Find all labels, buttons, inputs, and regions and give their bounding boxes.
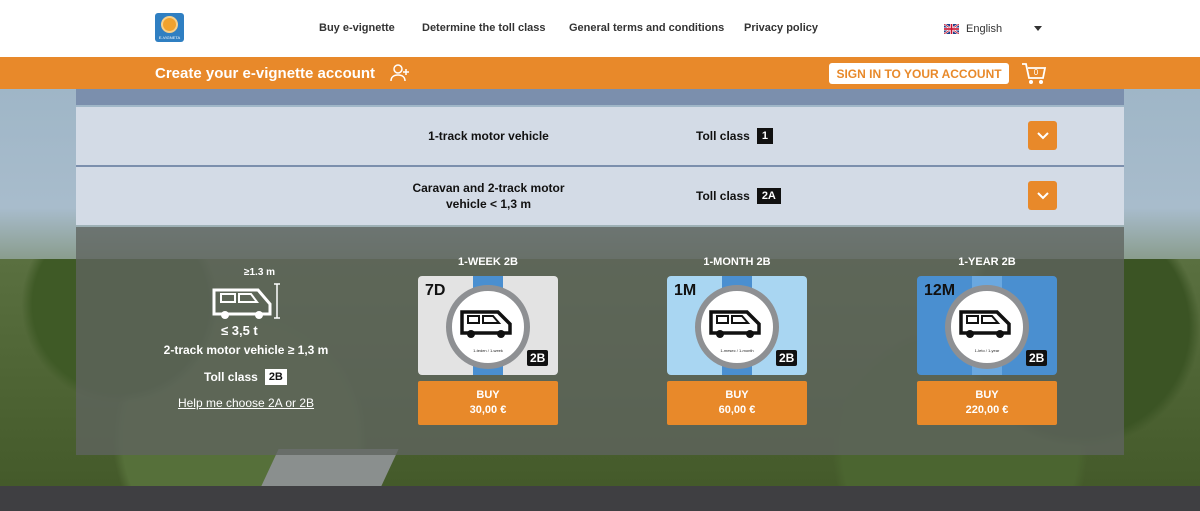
nav-privacy-policy[interactable]: Privacy policy [744, 22, 818, 34]
vignette-class: 2B [776, 350, 798, 366]
price-label: 30,00 € [469, 404, 507, 416]
chevron-down-icon[interactable] [1034, 26, 1042, 31]
buy-label: BUY [725, 389, 749, 401]
logo-emblem-icon [161, 16, 178, 33]
product-label: 1-WEEK 2B [458, 256, 518, 268]
vignette-subtitle: 1-mesec / 1-month [720, 348, 754, 353]
row-title: Caravan and 2-track motor vehicle < 1,3 … [412, 181, 565, 211]
add-user-icon[interactable] [390, 64, 410, 82]
language-selector[interactable]: English [944, 23, 1002, 35]
vignette-code: 7D [425, 282, 446, 299]
price-label: 220,00 € [965, 404, 1009, 416]
cart-count: 0 [1034, 68, 1039, 77]
product-label: 1-MONTH 2B [703, 256, 771, 268]
buy-week-button[interactable]: BUY 30,00 € [418, 381, 558, 425]
nav-determine-toll-class[interactable]: Determine the toll class [422, 22, 546, 34]
expand-button[interactable] [1028, 121, 1057, 150]
sign-in-button[interactable]: SIGN IN TO YOUR ACCOUNT [829, 63, 1009, 84]
vignette-subtitle: 1-leto / 1-year [974, 348, 1000, 353]
logo-text: E-VIGNETA [158, 35, 181, 40]
vehicle-description-text: 2-track motor vehicle ≥ 1,3 m [163, 343, 329, 357]
nav-general-terms[interactable]: General terms and conditions [569, 22, 724, 34]
help-choose-link[interactable]: Help me choose 2A or 2B [136, 396, 356, 410]
toll-class-badge: 1 [756, 128, 773, 144]
language-label: English [966, 23, 1003, 35]
toll-class-badge: 2B [264, 369, 287, 385]
evigneta-logo[interactable]: E-VIGNETA [155, 13, 184, 42]
van-icon [959, 310, 1011, 338]
toll-class-2b-expanded: ≥1.3 m ≤ 3,5 t 2-track motor vehicle ≥ 1… [76, 227, 1124, 455]
toll-class-panel: 1-track motor vehicle Toll class 1 Carav… [76, 89, 1124, 455]
create-account-link[interactable]: Create your e-vignette account [155, 65, 375, 82]
row-title: 1-track motor vehicle [428, 129, 549, 143]
van-icon [709, 310, 761, 338]
weight-label: ≤ 3,5 t [221, 323, 258, 338]
cart-icon[interactable]: 0 [1021, 62, 1047, 86]
van-icon [212, 283, 280, 319]
footer-bar [0, 486, 1200, 511]
vignette-class: 2B [527, 350, 549, 366]
top-navigation: E-VIGNETA Buy e-vignette Determine the t… [0, 0, 1200, 57]
toll-class-label: Toll class 1 [696, 128, 773, 144]
vignette-code: 12M [924, 282, 956, 299]
vignette-image[interactable]: 1-leto / 1-year 12M 2B [917, 276, 1057, 375]
vignette-image[interactable]: 1-teden / 1-week 7D 2B [418, 276, 558, 375]
vignette-code: 1M [674, 282, 697, 299]
price-label: 60,00 € [718, 404, 756, 416]
chevron-down-icon [1036, 131, 1049, 139]
buy-year-button[interactable]: BUY 220,00 € [917, 381, 1057, 425]
toll-class-text: Toll class [696, 189, 750, 203]
toll-class-text: Toll class [696, 129, 750, 143]
toll-class-badge: 2A [756, 188, 781, 204]
van-icon [460, 310, 512, 338]
buy-month-button[interactable]: BUY 60,00 € [667, 381, 807, 425]
toll-class-label: Toll class 2B [204, 369, 287, 385]
buy-label: BUY [975, 389, 999, 401]
vignette-image[interactable]: 1-mesec / 1-month 1M 2B [667, 276, 807, 375]
expand-button[interactable] [1028, 181, 1057, 210]
panel-header-strip [76, 89, 1124, 105]
uk-flag-icon [944, 24, 959, 34]
height-label: ≥1.3 m [244, 267, 276, 278]
toll-row-class-2a[interactable]: Caravan and 2-track motor vehicle < 1,3 … [76, 167, 1124, 225]
chevron-down-icon [1036, 191, 1049, 199]
buy-label: BUY [476, 389, 500, 401]
toll-class-text: Toll class [204, 370, 258, 384]
vignette-subtitle: 1-teden / 1-week [473, 348, 503, 353]
account-bar: Create your e-vignette account SIGN IN T… [0, 57, 1200, 89]
vignette-class: 2B [1026, 350, 1048, 366]
nav-buy-evignette[interactable]: Buy e-vignette [319, 22, 395, 34]
toll-row-class-1[interactable]: 1-track motor vehicle Toll class 1 [76, 107, 1124, 165]
toll-class-label: Toll class 2A [696, 188, 781, 204]
product-label: 1-YEAR 2B [958, 256, 1016, 268]
